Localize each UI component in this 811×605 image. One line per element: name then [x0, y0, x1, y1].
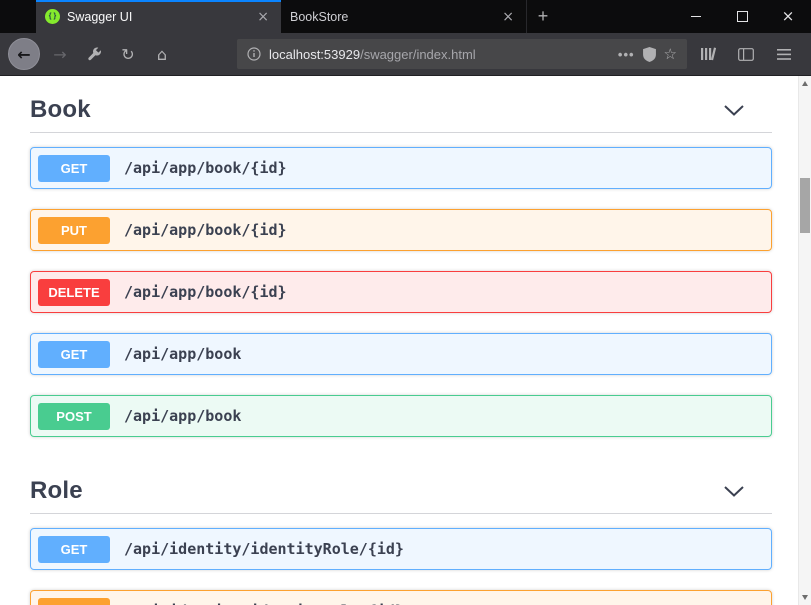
scrollbar-thumb[interactable] [800, 178, 810, 233]
url-path: /swagger/index.html [360, 47, 476, 62]
maximize-button[interactable] [719, 0, 765, 33]
scrollbar-up-button[interactable] [799, 77, 810, 90]
forward-button[interactable]: → [46, 40, 74, 68]
endpoint-path: /api/app/book/{id} [124, 283, 287, 301]
endpoint-path: /api/app/book [124, 407, 241, 425]
hamburger-menu-icon[interactable] [770, 40, 798, 68]
close-icon: × [782, 9, 795, 24]
window-controls: × [673, 0, 811, 33]
browser-window: { } Swagger UI × BookStore × + × ← → ↻ ⌂ [0, 0, 811, 605]
method-badge: PUT [38, 217, 110, 244]
section-title: Book [30, 96, 91, 124]
section-header-role[interactable]: Role [30, 457, 772, 514]
method-badge: GET [38, 155, 110, 182]
method-badge: POST [38, 403, 110, 430]
section-title: Role [30, 477, 83, 505]
method-badge: GET [38, 536, 110, 563]
swagger-favicon-icon: { } [45, 9, 60, 24]
toolbar-right-group [691, 40, 801, 68]
address-bar[interactable]: localhost:53929/swagger/index.html ••• ☆ [237, 39, 687, 69]
home-button[interactable]: ⌂ [148, 40, 176, 68]
reload-button[interactable]: ↻ [114, 40, 142, 68]
url-text[interactable]: localhost:53929/swagger/index.html [269, 47, 476, 62]
titlebar-spacer [0, 0, 36, 33]
tab-title: Swagger UI [67, 10, 247, 24]
titlebar: { } Swagger UI × BookStore × + × [0, 0, 811, 33]
endpoint-path: /api/identity/identityRole/{id} [124, 540, 404, 558]
endpoint-path: /api/app/book/{id} [124, 159, 287, 177]
minimize-icon [691, 16, 701, 17]
page-content: Book GET /api/app/book/{id} PUT /api/app… [0, 76, 811, 605]
info-icon[interactable] [247, 47, 261, 61]
url-host: localhost:53929 [269, 47, 360, 62]
library-icon[interactable] [694, 40, 722, 68]
endpoint-row[interactable]: POST /api/app/book [30, 395, 772, 437]
back-button[interactable]: ← [8, 38, 40, 70]
shield-icon[interactable] [643, 47, 656, 62]
endpoint-path: /api/app/book/{id} [124, 221, 287, 239]
page-actions-icon[interactable]: ••• [618, 47, 635, 62]
endpoint-row[interactable]: GET /api/app/book/{id} [30, 147, 772, 189]
chevron-down-icon [724, 105, 744, 116]
wrench-icon [87, 47, 102, 62]
sidebar-toggle-icon[interactable] [732, 40, 760, 68]
endpoint-row[interactable]: DELETE /api/app/book/{id} [30, 271, 772, 313]
tab-bookstore[interactable]: BookStore × [281, 0, 527, 33]
close-button[interactable]: × [765, 0, 811, 33]
maximize-icon [737, 11, 748, 22]
triangle-down-icon [802, 595, 808, 600]
endpoint-path: /api/app/book [124, 345, 241, 363]
endpoint-row[interactable]: GET /api/identity/identityRole/{id} [30, 528, 772, 570]
section-header-book[interactable]: Book [30, 76, 772, 133]
tools-icon[interactable] [80, 40, 108, 68]
section-book: Book GET /api/app/book/{id} PUT /api/app… [30, 76, 772, 437]
page-scrollbar[interactable] [798, 76, 811, 605]
method-badge: DELETE [38, 279, 110, 306]
endpoint-row[interactable]: GET /api/app/book [30, 333, 772, 375]
endpoint-row[interactable]: PUT /api/app/book/{id} [30, 209, 772, 251]
minimize-button[interactable] [673, 0, 719, 33]
endpoint-row[interactable]: PUT /api/identity/identityRole/{id} [30, 590, 772, 605]
section-role: Role GET /api/identity/identityRole/{id}… [30, 457, 772, 605]
tab-title: BookStore [290, 10, 492, 24]
scrollbar-down-button[interactable] [799, 591, 810, 604]
triangle-up-icon [802, 81, 808, 86]
method-badge: GET [38, 341, 110, 368]
navigation-toolbar: ← → ↻ ⌂ localhost:53929/swagger/index.ht… [0, 33, 811, 76]
new-tab-button[interactable]: + [527, 0, 559, 33]
chevron-down-icon [724, 486, 744, 497]
tab-swagger-ui[interactable]: { } Swagger UI × [36, 0, 281, 33]
method-badge: PUT [38, 598, 110, 605]
bookmark-star-icon[interactable]: ☆ [664, 45, 677, 63]
tab-close-icon[interactable]: × [254, 9, 272, 25]
tab-close-icon[interactable]: × [499, 9, 517, 25]
